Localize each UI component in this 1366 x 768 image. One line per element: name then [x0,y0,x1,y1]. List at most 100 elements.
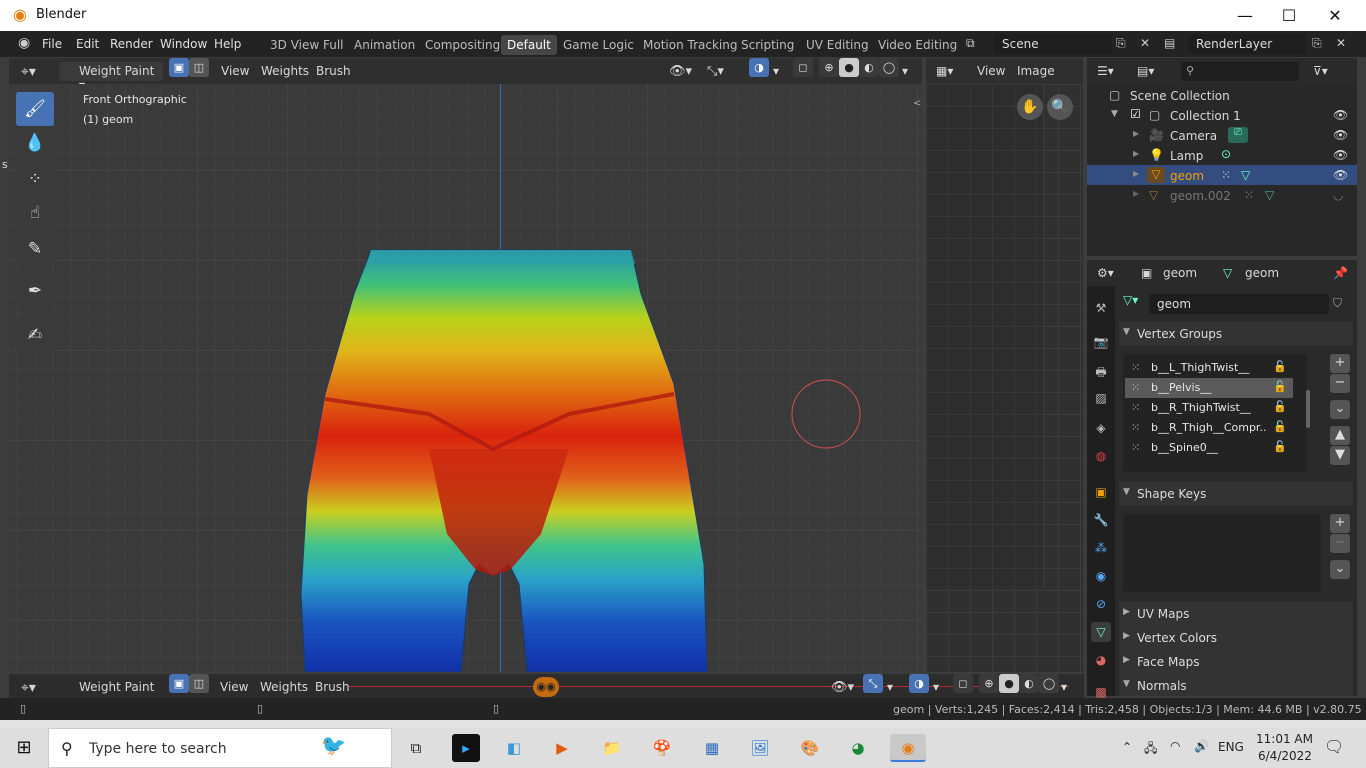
outliner-row-camera[interactable]: ▶ 🎥 Camera ⎚ 👁 [1087,125,1357,145]
world-tab-icon[interactable]: ◍ [1091,446,1111,466]
output-tab-icon[interactable]: 🖶 [1091,362,1111,382]
overlay-icon[interactable]: ◑ [749,58,769,77]
particles-tab-icon[interactable]: ⁂ [1091,538,1111,558]
task-view-icon[interactable]: ⧉ [402,734,430,762]
clock-date[interactable]: 6/4/2022 [1258,749,1312,763]
constraints-tab-icon[interactable]: ⊘ [1091,594,1111,614]
image-menu-view[interactable]: View [977,62,1005,81]
face-mask-icon[interactable]: ▣ [169,58,189,77]
fake-user-shield-icon[interactable]: ⛉ [1333,296,1342,311]
menu-render[interactable]: Render [110,37,153,51]
language-indicator[interactable]: ENG [1218,740,1244,754]
annotate-tool[interactable]: ✍ [16,318,54,352]
vertex-mask-icon[interactable]: ◫ [189,58,209,77]
vertex-colors-panel-header[interactable]: ▶ Vertex Colors [1119,626,1353,650]
average-tool[interactable]: ⁘ [16,162,54,196]
notes-app-icon[interactable]: ◧ [500,734,528,762]
image-viewer-icon[interactable]: 🖼 [746,734,774,762]
mesh-datablock-icon[interactable]: ▽▾ [1123,293,1138,307]
remove-scene-icon[interactable]: ✕ [1140,36,1150,50]
bottom-editor-type-icon[interactable]: ⌖▾ [21,678,36,697]
outliner-row-lamp[interactable]: ▶ 💡 Lamp ⊙ 👁 [1087,145,1357,165]
outliner-row-geom-002[interactable]: ▶ ▽ geom.002 ⁙ ▽ ◡ [1087,185,1357,205]
menu-view[interactable]: View [221,62,249,81]
new-scene-icon[interactable]: ⎘ [1116,36,1126,51]
minimize-button[interactable]: — [1222,0,1268,31]
scene-field[interactable]: Scene [994,34,1112,54]
menu-edit[interactable]: Edit [76,37,99,51]
blender-menu-icon[interactable]: ◉ [18,35,30,51]
expand-arrow-icon[interactable]: ▶ [1133,169,1139,178]
outliner-row-scene-collection[interactable]: ▢ Scene Collection [1087,85,1357,105]
mesh-name-field[interactable]: geom [1149,294,1329,314]
expand-arrow-icon[interactable]: ▶ [1133,149,1139,158]
modifier-tab-icon[interactable]: 🔧 [1091,510,1111,530]
object-breadcrumb[interactable]: geom [1163,264,1197,283]
outliner-search-input[interactable] [1181,62,1299,81]
workspace-tab-compositing[interactable]: Compositing [419,35,506,55]
render-layer-field[interactable]: RenderLayer [1188,34,1306,54]
bottom-solid-icon[interactable]: ● [999,674,1019,693]
chrome-icon[interactable]: ◕ [844,734,872,762]
remove-render-layer-icon[interactable]: ✕ [1336,36,1346,50]
sample-weight-tool[interactable]: ✒ [16,274,54,308]
tool-tab-icon[interactable]: ⚒ [1091,298,1111,318]
material-tab-icon[interactable]: ◕ [1091,650,1111,670]
mode-dropdown[interactable]: Weight Paint ▾ [59,62,163,92]
notifications-icon[interactable]: 🗨 [1324,737,1344,756]
bottom-material-icon[interactable]: ◐ [1019,674,1039,693]
vertex-group-specials-button[interactable]: ⌄ [1330,400,1350,419]
paint-app-icon[interactable]: 🍄 [648,734,676,762]
add-shape-key-button[interactable]: + [1330,514,1350,533]
list-scrollbar[interactable] [1306,390,1310,428]
blur-tool[interactable]: 💧 [16,126,54,160]
remove-vertex-group-button[interactable]: − [1330,374,1350,393]
network-icon[interactable]: 🖧 [1144,739,1157,760]
bottom-face-mask-icon[interactable]: ▣ [169,674,189,693]
filter-icon[interactable]: ⊽▾ [1313,62,1328,81]
collection-checkbox[interactable]: ☑ [1130,107,1141,121]
outliner-row-collection[interactable]: ▼ ☑ ▢ Collection 1 👁 [1087,105,1357,125]
outliner-row-geom[interactable]: ▶ ▽ geom ⁙ ▽ 👁 [1087,165,1357,185]
bottom-vertex-mask-icon[interactable]: ◫ [189,674,209,693]
properties-type-icon[interactable]: ⚙▾ [1097,264,1114,283]
visibility-eye-icon[interactable]: 👁 [1333,148,1348,162]
wifi-icon[interactable]: ◠ [1170,739,1180,753]
move-up-button[interactable]: ▲ [1330,426,1350,445]
face-maps-panel-header[interactable]: ▶ Face Maps [1119,650,1353,674]
bottom-xray-icon[interactable]: ◻ [953,674,973,693]
windows-start-icon[interactable]: ⊞ [10,734,38,762]
workspace-tab-animation[interactable]: Animation [348,35,421,55]
shape-keys-panel-header[interactable]: ▼ Shape Keys [1119,482,1353,506]
pin-icon[interactable]: 📌 [1333,264,1348,283]
light-data-icon[interactable]: ⊙ [1221,147,1231,161]
expand-arrow-icon[interactable]: ▶ [1133,189,1139,198]
mesh-breadcrumb[interactable]: geom [1245,264,1279,283]
show-hidden-icons[interactable]: ⌃ [1122,740,1132,754]
shape-key-specials-button[interactable]: ⌄ [1330,560,1350,579]
bottom-gizmo-dropdown-icon[interactable]: ▾ [887,678,893,697]
image-editor-view[interactable]: ✋ 🔍 [926,84,1083,672]
editor-type-icon[interactable]: ⌖▾ [21,62,36,81]
area-split-icon[interactable]: <> [913,98,922,109]
new-render-layer-icon[interactable]: ⎘ [1312,36,1322,51]
workspace-tab-3d-view-full[interactable]: 3D View Full [264,35,350,55]
file-explorer-icon[interactable]: 📁 [598,734,626,762]
rendered-shading-icon[interactable]: ◯ [879,58,899,77]
vertex-group-item[interactable]: ⁙ b__R_Thigh__Compr.. 🔓 [1125,418,1293,438]
overlay-dropdown-icon[interactable]: ▾ [773,62,779,81]
menu-help[interactable]: Help [214,37,241,51]
volume-icon[interactable]: 🔊 [1194,739,1209,753]
object-tab-icon[interactable]: ▣ [1091,482,1111,502]
visibility-eye-icon[interactable]: 👁 [1333,108,1348,122]
maximize-button[interactable]: ☐ [1266,0,1312,31]
mesh-data-tab-icon[interactable]: ▽ [1091,622,1111,642]
menu-window[interactable]: Window [160,37,207,51]
paint-palette-icon[interactable]: 🎨 [796,734,824,762]
bottom-shading-dropdown-icon[interactable]: ▾ [1061,678,1067,697]
clock-time[interactable]: 11:01 AM [1256,732,1313,746]
mesh-data-icon[interactable]: ▽ [1265,188,1274,202]
scene-tab-icon[interactable]: ◈ [1091,418,1111,438]
gizmo-icon[interactable]: ⤡▾ [707,62,724,81]
vertex-group-item[interactable]: ⁙ b__Spine0__ 🔓 [1125,438,1293,458]
